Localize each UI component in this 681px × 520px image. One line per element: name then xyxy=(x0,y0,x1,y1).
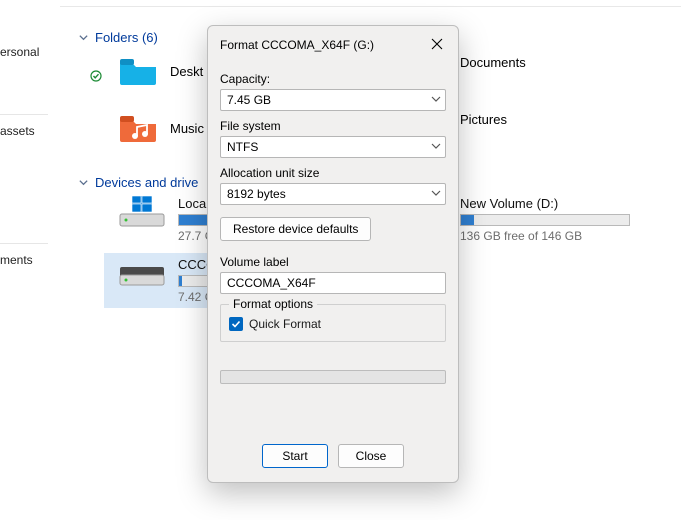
devices-section-label: Devices and drive xyxy=(95,175,198,190)
capacity-value: 7.45 GB xyxy=(227,93,271,107)
folder-icon xyxy=(118,55,158,87)
close-icon xyxy=(431,38,443,53)
chevron-down-icon xyxy=(78,32,89,43)
nav-item-personal[interactable]: ersonal xyxy=(0,40,48,64)
checkbox-checked-icon xyxy=(229,317,243,331)
capacity-select[interactable]: 7.45 GB xyxy=(220,89,446,111)
format-options-label: Format options xyxy=(229,297,317,311)
drive-subtext: 136 GB free of 146 GB xyxy=(460,229,630,243)
allocation-label: Allocation unit size xyxy=(220,166,446,180)
folder-item-pictures[interactable]: Pictures xyxy=(460,112,507,127)
format-progress-bar xyxy=(220,370,446,384)
folder-item-desktop[interactable]: Deskt xyxy=(118,55,203,87)
drive-icon xyxy=(118,257,166,289)
quick-format-label: Quick Format xyxy=(249,317,321,331)
folder-item-documents[interactable]: Documents xyxy=(460,55,526,70)
quick-format-checkbox[interactable]: Quick Format xyxy=(229,317,437,331)
chevron-down-icon xyxy=(431,140,441,154)
drive-capacity-bar xyxy=(460,214,630,226)
chevron-down-icon xyxy=(78,177,89,188)
filesystem-value: NTFS xyxy=(227,140,258,154)
format-dialog: Format CCCOMA_X64F (G:) Capacity: 7.45 G… xyxy=(207,25,459,483)
volume-label-label: Volume label xyxy=(220,255,446,269)
format-options-group: Format options Quick Format xyxy=(220,304,446,342)
chevron-down-icon xyxy=(431,187,441,201)
filesystem-select[interactable]: NTFS xyxy=(220,136,446,158)
close-button[interactable] xyxy=(422,32,452,58)
start-button[interactable]: Start xyxy=(262,444,328,468)
folder-label: Documents xyxy=(460,55,526,70)
folder-label: Pictures xyxy=(460,112,507,127)
sidebar-nav: ersonal assets ments xyxy=(0,0,48,520)
drive-item-newvol[interactable]: New Volume (D:) 136 GB free of 146 GB xyxy=(460,196,681,243)
allocation-select[interactable]: 8192 bytes xyxy=(220,183,446,205)
filesystem-label: File system xyxy=(220,119,446,133)
music-folder-icon xyxy=(118,112,158,144)
folders-section-label: Folders (6) xyxy=(95,30,158,45)
windows-drive-icon xyxy=(118,196,166,228)
chevron-down-icon xyxy=(431,93,441,107)
allocation-value: 8192 bytes xyxy=(227,187,286,201)
restore-defaults-button[interactable]: Restore device defaults xyxy=(220,217,371,241)
folders-section-header[interactable]: Folders (6) xyxy=(78,30,158,45)
dialog-title: Format CCCOMA_X64F (G:) xyxy=(220,38,374,52)
devices-section-header[interactable]: Devices and drive xyxy=(78,175,198,190)
close-dialog-button[interactable]: Close xyxy=(338,444,404,468)
folder-label: Deskt xyxy=(170,64,203,79)
folder-label: Music xyxy=(170,121,204,136)
volume-label-input[interactable] xyxy=(220,272,446,294)
synced-check-icon xyxy=(90,70,102,82)
capacity-label: Capacity: xyxy=(220,72,446,86)
folder-item-music[interactable]: Music xyxy=(118,112,204,144)
nav-item-assets[interactable]: assets xyxy=(0,119,48,143)
nav-item-documents[interactable]: ments xyxy=(0,248,48,272)
drive-name: New Volume (D:) xyxy=(460,196,630,211)
